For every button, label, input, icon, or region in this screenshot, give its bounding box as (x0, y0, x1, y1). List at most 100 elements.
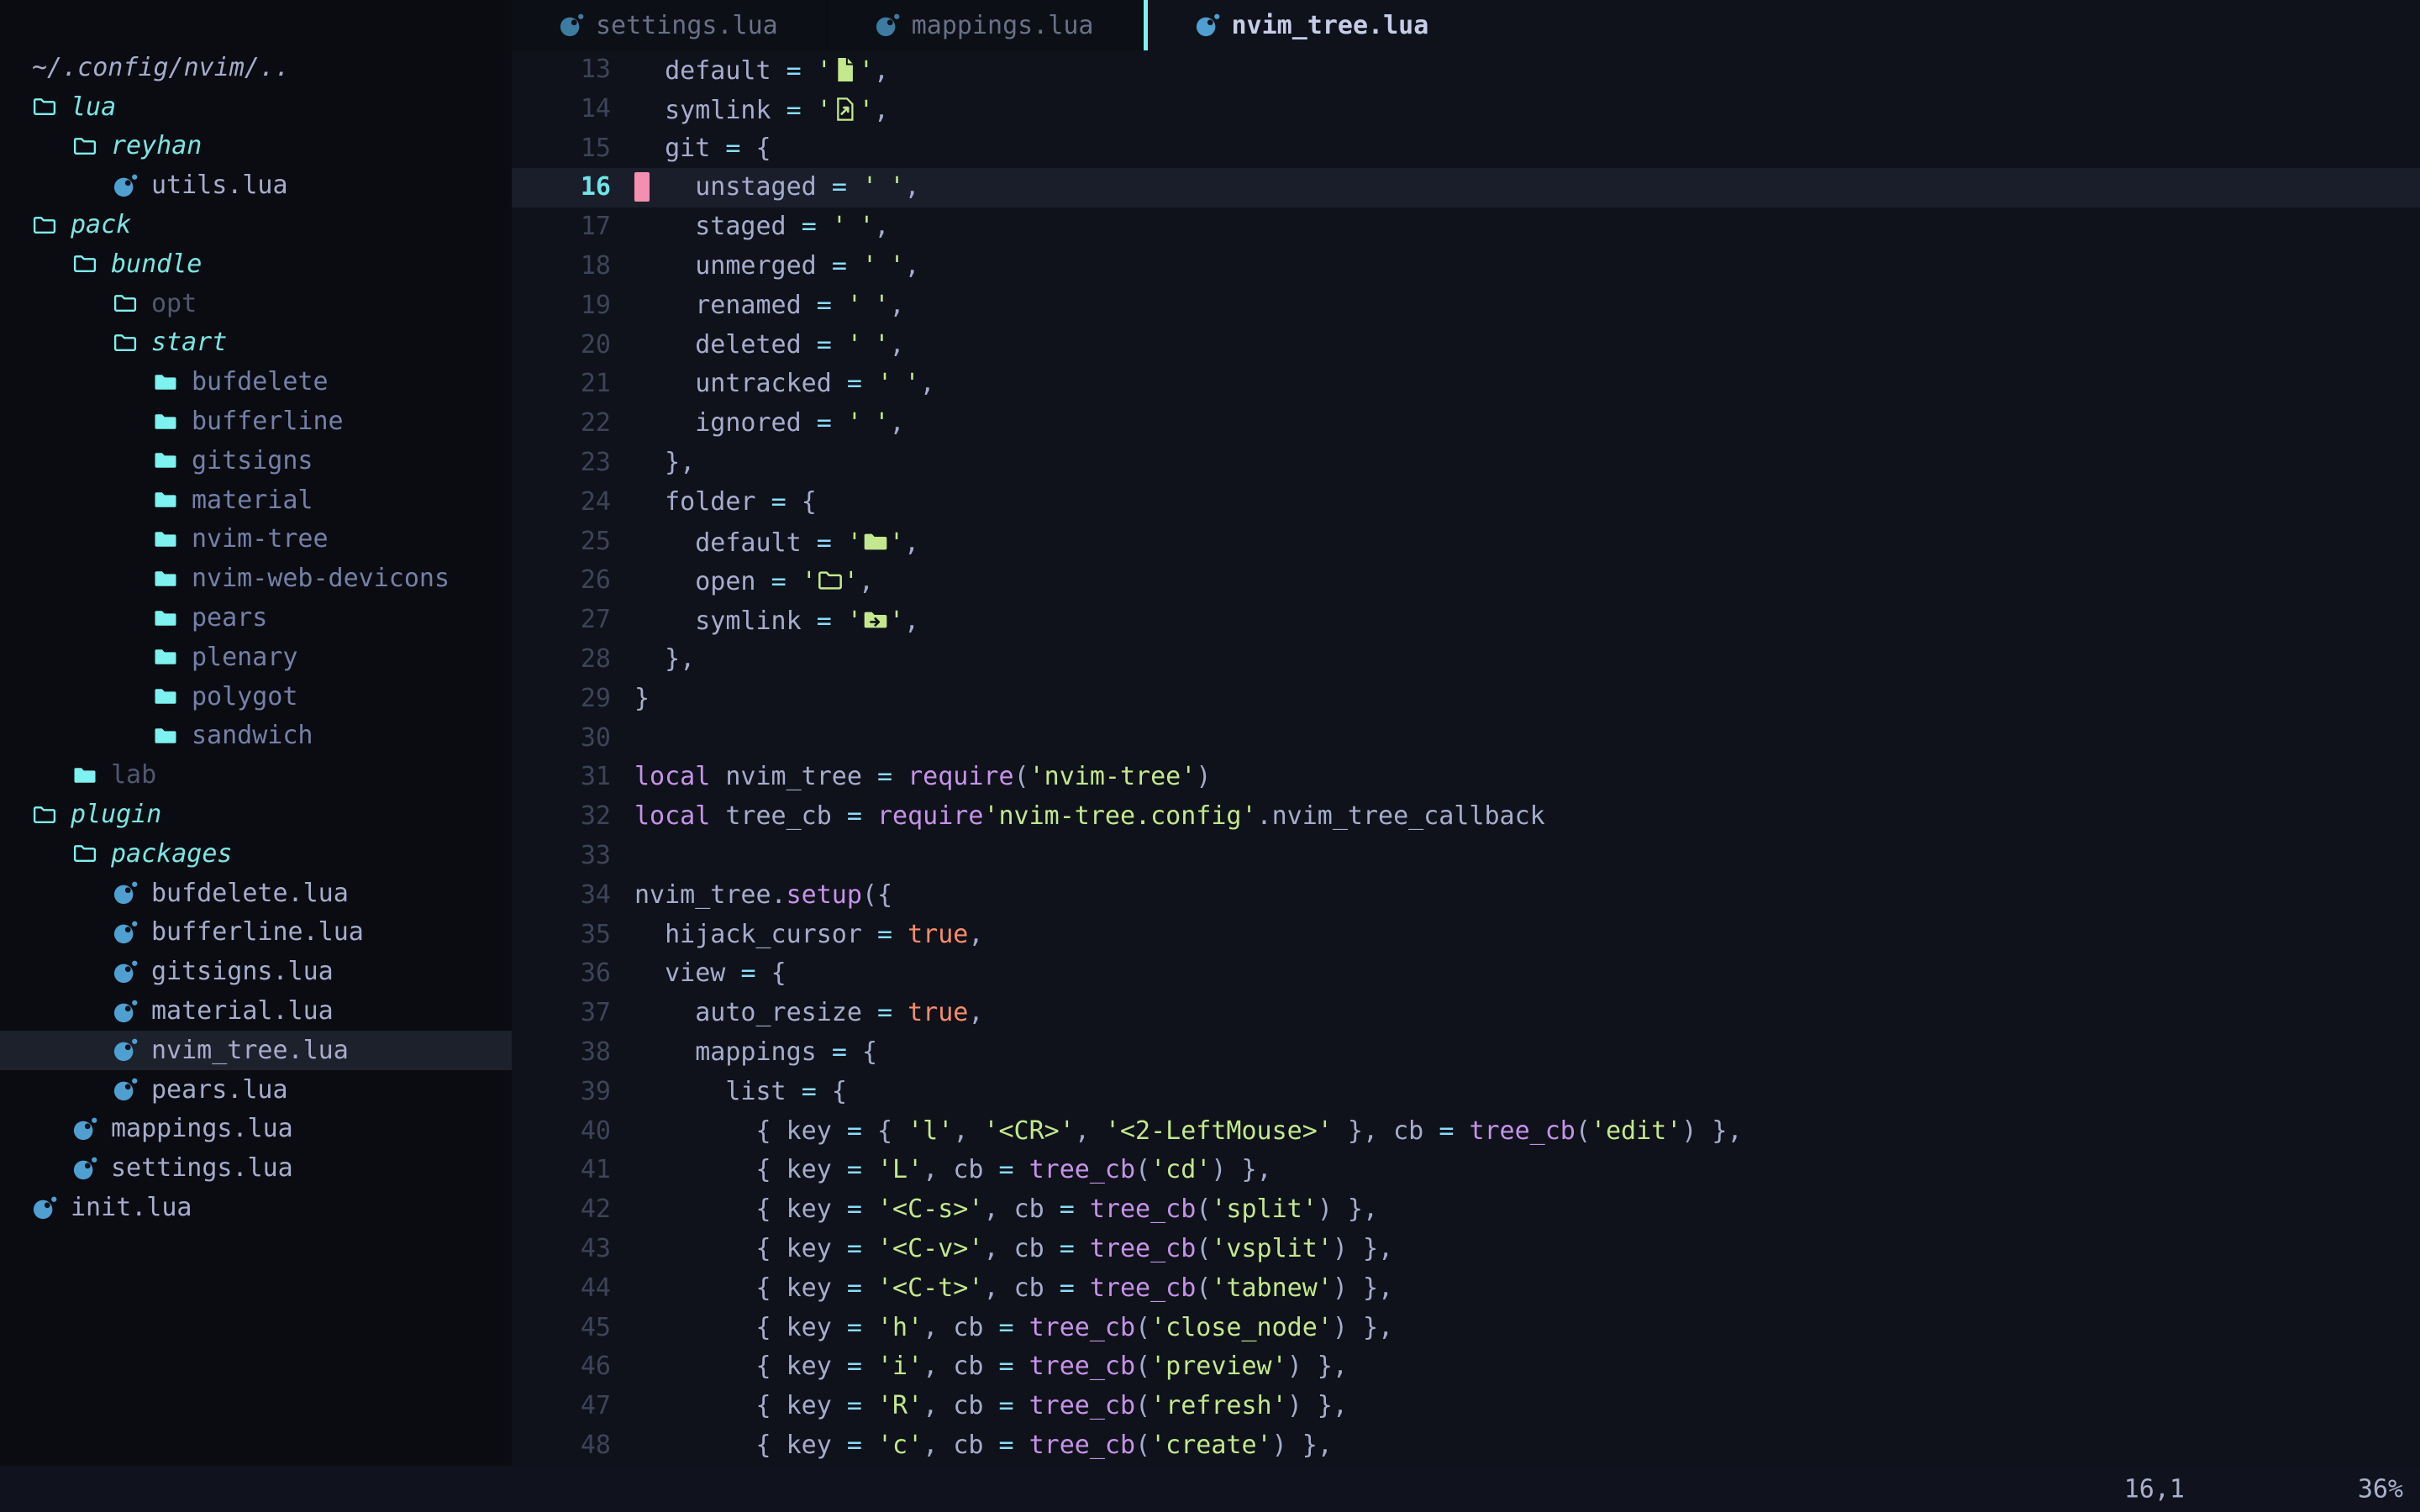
code-line-17[interactable]: 17 staged = '', (512, 207, 2420, 247)
code-line-45[interactable]: 45 { key = 'h', cb = tree_cb('close_node… (512, 1309, 2420, 1348)
token-str: ' (874, 291, 889, 320)
code-line-44[interactable]: 44 { key = '<C-t>', cb = tree_cb('tabnew… (512, 1269, 2420, 1309)
tree-item-utils.lua[interactable]: utils.lua (0, 165, 512, 205)
tree-item-nvim_tree.lua[interactable]: nvim_tree.lua (0, 1031, 512, 1070)
code-line-31[interactable]: 31local nvim_tree = require('nvim-tree') (512, 758, 2420, 797)
tree-item-lua[interactable]: lua (0, 87, 512, 127)
line-number: 34 (512, 876, 634, 916)
token-fn: tree_cb (1469, 1116, 1575, 1146)
code-line-content: { key = 'h', cb = tree_cb('close_node') … (634, 1309, 1393, 1348)
code-line-18[interactable]: 18 unmerged = '', (512, 247, 2420, 286)
code-line-25[interactable]: 25 default = '', (512, 522, 2420, 562)
code-line-29[interactable]: 29} (512, 680, 2420, 719)
code-line-34[interactable]: 34nvim_tree.setup({ (512, 876, 2420, 916)
token-punc: ( (1135, 1391, 1150, 1420)
tree-item-init.lua[interactable]: init.lua (0, 1188, 512, 1227)
code-line-23[interactable]: 23 }, (512, 444, 2420, 483)
folder-closed-icon (153, 723, 178, 748)
code-line-48[interactable]: 48 { key = 'c', cb = tree_cb('create') }… (512, 1426, 2420, 1466)
code-line-46[interactable]: 46 { key = 'i', cb = tree_cb('preview') … (512, 1347, 2420, 1387)
code-line-20[interactable]: 20 deleted = '', (512, 326, 2420, 365)
tree-item-nvim-tree[interactable]: nvim-tree (0, 520, 512, 559)
nvim-tree-sidebar[interactable]: ~/.config/nvim/.. lua reyhanutils.luapack b… (0, 0, 512, 1466)
tree-item-bufdelete[interactable]: bufdelete (0, 362, 512, 402)
code-line-32[interactable]: 32local tree_cb = require'nvim-tree.conf… (512, 797, 2420, 837)
code-line-35[interactable]: 35 hijack_cursor = true, (512, 916, 2420, 955)
code-line-19[interactable]: 19 renamed = '', (512, 286, 2420, 326)
tree-item-mappings.lua[interactable]: mappings.lua (0, 1110, 512, 1149)
code-line-42[interactable]: 42 { key = '<C-s>', cb = tree_cb('split'… (512, 1190, 2420, 1230)
tab-settings.lua[interactable]: settings.lua (512, 0, 828, 50)
tab-mappings.lua[interactable]: mappings.lua (828, 0, 1144, 50)
tree-item-opt[interactable]: opt (0, 284, 512, 323)
tree-item-material[interactable]: material (0, 480, 512, 520)
token-punc: , (968, 998, 983, 1027)
code-line-27[interactable]: 27 symlink = '', (512, 601, 2420, 640)
tree-item-label: lua (71, 92, 116, 122)
tree-item-bufferline[interactable]: bufferline (0, 402, 512, 441)
tree-item-reyhan[interactable]: reyhan (0, 127, 512, 166)
token-str: ' (862, 251, 877, 281)
tree-item-pears.lua[interactable]: pears.lua (0, 1070, 512, 1110)
token-str: ' (817, 56, 832, 86)
tree-item-sandwich[interactable]: sandwich (0, 717, 512, 756)
tab-nvim_tree.lua[interactable]: nvim_tree.lua (1148, 0, 1476, 50)
tree-item-pack[interactable]: pack (0, 205, 512, 244)
token-op: = (817, 291, 847, 320)
tree-item-bufferline.lua[interactable]: bufferline.lua (0, 913, 512, 953)
code-line-14[interactable]: 14 symlink = '', (512, 90, 2420, 129)
tree-item-plenary[interactable]: plenary (0, 638, 512, 677)
code-line-22[interactable]: 22 ignored = '', (512, 404, 2420, 444)
code-line-39[interactable]: 39 list = { (512, 1073, 2420, 1112)
token-punc: { (634, 1194, 786, 1224)
token-punc: { (832, 1077, 847, 1106)
token-punc: }, (634, 644, 695, 674)
code-line-15[interactable]: 15 git = { (512, 129, 2420, 169)
tree-item-plugin[interactable]: plugin (0, 795, 512, 834)
folder-closed-icon (153, 606, 178, 631)
code-line-38[interactable]: 38 mappings = { (512, 1033, 2420, 1073)
tree-item-material.lua[interactable]: material.lua (0, 991, 512, 1031)
line-number: 43 (512, 1230, 634, 1269)
tree-item-pears[interactable]: pears (0, 598, 512, 638)
code-line-36[interactable]: 36 view = { (512, 954, 2420, 994)
code-line-16[interactable]: 16 unstaged = '', (512, 168, 2420, 207)
token-op: = (847, 1391, 877, 1420)
block-cursor (634, 172, 650, 202)
tree-root-path[interactable]: ~/.config/nvim/.. (0, 48, 512, 87)
tree-item-nvim-web-devicons[interactable]: nvim-web-devicons (0, 559, 512, 598)
code-line-28[interactable]: 28 }, (512, 640, 2420, 680)
lua-icon (1195, 13, 1220, 38)
token-punc: { (862, 1037, 877, 1067)
tree-item-bundle[interactable]: bundle (0, 244, 512, 284)
tree-item-lab[interactable]: lab (0, 755, 512, 795)
tree-item-label: mappings.lua (111, 1114, 293, 1143)
code-line-content: } (634, 680, 650, 719)
line-number: 44 (512, 1269, 634, 1309)
tree-item-gitsigns.lua[interactable]: gitsigns.lua (0, 952, 512, 991)
code-line-21[interactable]: 21 untracked = '', (512, 365, 2420, 404)
tree-item-gitsigns[interactable]: gitsigns (0, 441, 512, 480)
code-line-30[interactable]: 30 (512, 719, 2420, 759)
tree-item-label: nvim_tree.lua (151, 1036, 349, 1065)
code-line-40[interactable]: 40 { key = { 'l', '<CR>', '<2-LeftMouse>… (512, 1112, 2420, 1152)
code-line-37[interactable]: 37 auto_resize = true, (512, 994, 2420, 1033)
code-line-13[interactable]: 13 default = '', (512, 50, 2420, 90)
tree-item-bufdelete.lua[interactable]: bufdelete.lua (0, 874, 512, 913)
code-line-47[interactable]: 47 { key = 'R', cb = tree_cb('refresh') … (512, 1387, 2420, 1426)
tree-item-packages[interactable]: packages (0, 834, 512, 874)
code-line-26[interactable]: 26 open = '', (512, 561, 2420, 601)
code-line-24[interactable]: 24 folder = { (512, 483, 2420, 522)
code-line-content: git = { (634, 129, 771, 169)
line-number: 33 (512, 837, 634, 876)
tree-item-start[interactable]: start (0, 323, 512, 363)
tree-item-label: bundle (111, 249, 202, 279)
code-line-43[interactable]: 43 { key = '<C-v>', cb = tree_cb('vsplit… (512, 1230, 2420, 1269)
code-buffer[interactable]: 13 default = '',14 symlink = '',15 git =… (512, 50, 2420, 1466)
line-number: 41 (512, 1151, 634, 1190)
tree-item-polygot[interactable]: polygot (0, 677, 512, 717)
code-line-33[interactable]: 33 (512, 837, 2420, 876)
code-line-41[interactable]: 41 { key = 'L', cb = tree_cb('cd') }, (512, 1151, 2420, 1190)
tree-item-settings.lua[interactable]: settings.lua (0, 1148, 512, 1188)
token-op: = (832, 251, 862, 281)
